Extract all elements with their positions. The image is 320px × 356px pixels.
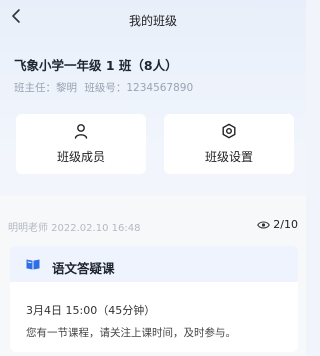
- top-bar: 我的班级: [0, 0, 306, 40]
- class-number: 班级号：1234567890: [84, 82, 194, 94]
- notice-header: 语文答疑课: [10, 246, 298, 282]
- notice-title: 语文答疑课: [52, 261, 115, 276]
- class-settings-button[interactable]: 班级设置: [164, 114, 294, 174]
- gear-icon: [222, 123, 236, 139]
- page-title: 我的班级: [128, 14, 177, 28]
- class-members-label: 班级成员: [56, 150, 105, 164]
- notice-description: 您有一节课程，请关注上课时间，及时参与。: [26, 327, 236, 339]
- head-teacher: 班主任：黎明: [14, 82, 77, 94]
- notice-meta: 明明老师 2022.02.10 16:48 2/10: [8, 218, 298, 234]
- class-settings-label: 班级设置: [204, 150, 253, 164]
- class-name: 飞象小学一年级 1 班（8人）: [14, 58, 178, 73]
- book-icon: [26, 259, 40, 270]
- notice-time: 3月4日 15:00（45分钟）: [26, 304, 156, 317]
- class-members-button[interactable]: 班级成员: [16, 114, 146, 174]
- class-page: 我的班级 飞象小学一年级 1 班（8人） 班主任：黎明 班级号：12345678…: [0, 0, 306, 356]
- eye-icon: [257, 220, 271, 229]
- view-count-value: 2/10: [273, 218, 298, 231]
- notice-card[interactable]: 语文答疑课 3月4日 15:00（45分钟） 您有一节课程，请关注上课时间，及时…: [10, 246, 298, 352]
- author-date: 明明老师 2022.02.10 16:48: [8, 223, 141, 234]
- person-icon: [74, 124, 88, 139]
- class-meta: 班主任：黎明 班级号：1234567890: [14, 80, 197, 95]
- view-count: 2/10: [257, 218, 298, 231]
